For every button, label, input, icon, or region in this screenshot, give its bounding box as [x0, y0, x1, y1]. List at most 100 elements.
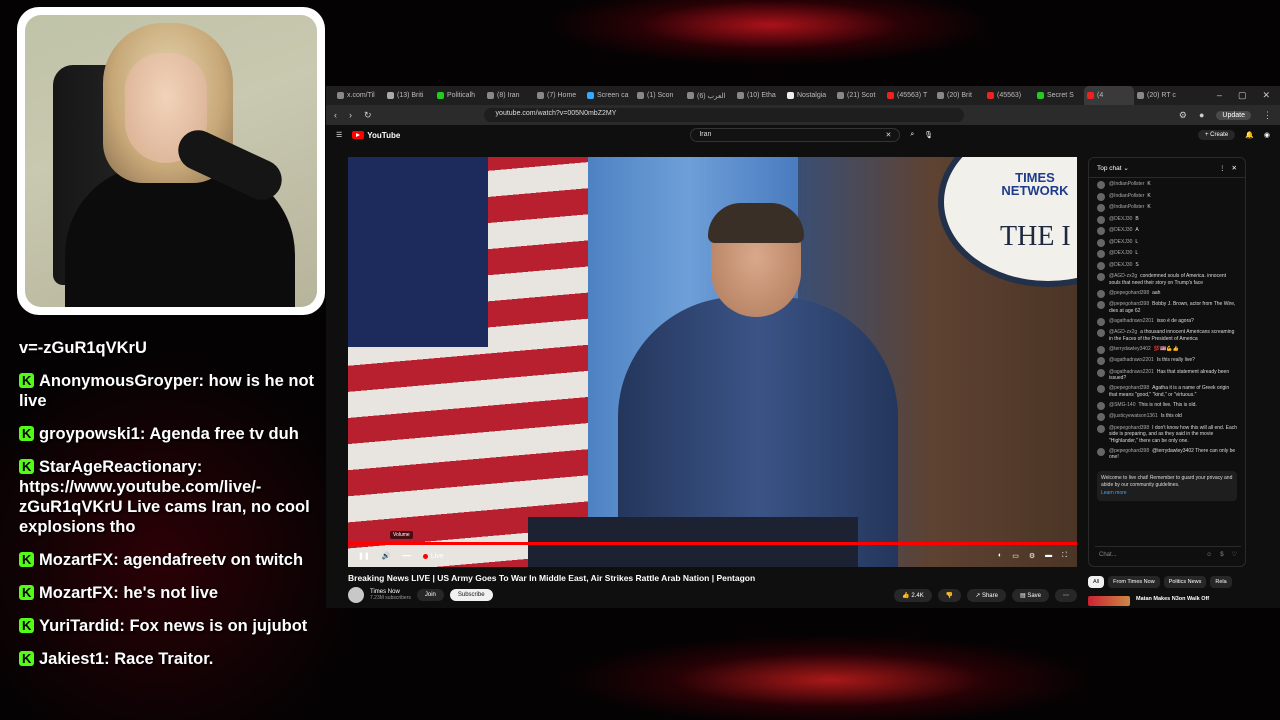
chat-author[interactable]: @AGD-zx2g — [1109, 329, 1137, 335]
chat-avatar[interactable] — [1097, 192, 1105, 201]
chat-avatar[interactable] — [1097, 413, 1105, 421]
account-avatar[interactable]: ◉ — [1264, 131, 1270, 139]
chat-author[interactable]: @DEXJ30 — [1109, 250, 1132, 256]
address-bar[interactable]: youtube.com/watch?v=005N0mbZ2MY — [483, 108, 964, 122]
close-chat-icon[interactable]: ✕ — [1232, 164, 1237, 172]
browser-tab[interactable]: Nostalgia — [784, 86, 834, 105]
chat-author[interactable]: @DEXJ30 — [1109, 262, 1132, 268]
extensions-icon[interactable]: ⚙ — [1179, 110, 1187, 121]
chat-author[interactable]: @DEXJ30 — [1109, 239, 1132, 245]
save-button[interactable]: ▤ Save — [1011, 588, 1049, 602]
back-icon[interactable]: ‹ — [334, 110, 337, 120]
create-button[interactable]: + Create — [1197, 130, 1236, 140]
chat-avatar[interactable] — [1097, 215, 1105, 224]
volume-icon[interactable]: 🔊 — [382, 552, 391, 560]
chat-author[interactable]: @justicyewatson1361 — [1109, 413, 1158, 419]
browser-tab[interactable]: (20) RT c — [1134, 86, 1184, 105]
chat-author[interactable]: @agathadraws2201 — [1109, 357, 1154, 363]
chat-avatar[interactable] — [1097, 261, 1105, 270]
autoplay-toggle[interactable]: ◐ — [998, 552, 1002, 560]
browser-tab[interactable]: (10) Etha — [734, 86, 784, 105]
pause-icon[interactable]: ❚❚ — [358, 552, 370, 560]
share-button[interactable]: ↗ Share — [967, 588, 1006, 602]
chat-author[interactable]: @DEXJ30 — [1109, 227, 1132, 233]
chat-avatar[interactable] — [1097, 424, 1105, 433]
chat-author[interactable]: @IndianPollster — [1109, 204, 1144, 210]
browser-tab[interactable]: (21) Scot — [834, 86, 884, 105]
forward-icon[interactable]: › — [349, 110, 352, 120]
browser-tab[interactable]: Screen ca — [584, 86, 634, 105]
super-chat-icon[interactable]: $ — [1220, 552, 1223, 558]
menu-icon[interactable]: ⋮ — [1263, 110, 1272, 121]
like-button[interactable]: 👍 2.4K — [894, 588, 932, 602]
chat-avatar[interactable] — [1097, 401, 1105, 410]
captions-icon[interactable]: ▭ — [1012, 552, 1019, 560]
theater-mode-icon[interactable]: ▬ — [1045, 552, 1052, 560]
close-icon[interactable]: ✕ — [1262, 90, 1270, 101]
chat-author[interactable]: @pepegohard398 — [1109, 448, 1149, 454]
chat-author[interactable]: @pepegohard398 — [1109, 290, 1149, 296]
browser-tab[interactable]: Secret S — [1034, 86, 1084, 105]
chat-author[interactable]: @SMG-140 — [1109, 402, 1135, 408]
filter-chip[interactable]: Politics News — [1163, 576, 1207, 588]
browser-tab[interactable]: Politicalh — [434, 86, 484, 105]
chat-author[interactable]: @agathadraws2201 — [1109, 369, 1154, 375]
browser-tab[interactable]: (6) العرب — [684, 86, 734, 105]
more-actions-icon[interactable]: ⋯ — [1055, 588, 1077, 602]
fullscreen-icon[interactable]: ⛶ — [1062, 552, 1067, 560]
chat-avatar[interactable] — [1097, 204, 1105, 212]
emoji-icon[interactable]: ☺ — [1206, 552, 1212, 558]
chat-author[interactable]: @AGD-zx2g — [1109, 273, 1137, 279]
browser-tab[interactable]: (45563) T — [884, 86, 934, 105]
chat-author[interactable]: @pepegohard398 — [1109, 385, 1149, 391]
maximize-icon[interactable]: ▢ — [1238, 90, 1247, 101]
live-indicator[interactable]: Live — [423, 553, 444, 560]
dislike-button[interactable]: 👎 — [937, 588, 962, 602]
minimize-icon[interactable]: – — [1217, 90, 1222, 101]
chat-author[interactable]: @pepegohard398 — [1109, 301, 1149, 307]
clear-search-icon[interactable]: ✕ — [885, 131, 891, 139]
chat-avatar[interactable] — [1097, 238, 1105, 247]
chat-avatar[interactable] — [1097, 385, 1105, 393]
search-input[interactable]: Iran ✕ — [690, 128, 901, 142]
learn-more-link[interactable]: Learn more — [1101, 490, 1233, 497]
chat-author[interactable]: @agathadraws2201 — [1109, 318, 1154, 324]
browser-tab[interactable]: (1) Scon — [634, 86, 684, 105]
filter-chip[interactable]: From Times Now — [1108, 576, 1160, 588]
browser-tab[interactable]: x.com/Til — [334, 86, 384, 105]
chat-avatar[interactable] — [1097, 345, 1105, 354]
browser-tab[interactable]: (45563) — [984, 86, 1034, 105]
channel-avatar[interactable] — [348, 587, 364, 603]
youtube-logo[interactable]: YouTube — [352, 131, 400, 140]
video-player[interactable]: THE I TIMES NETWORK Volume ❚❚ 🔊 ━━ Live … — [348, 157, 1077, 567]
volume-slider[interactable]: ━━ — [402, 552, 410, 560]
chat-author[interactable]: @pepegohard398 — [1109, 425, 1149, 431]
chat-avatar[interactable] — [1097, 289, 1105, 298]
browser-tab[interactable]: (8) Iran — [484, 86, 534, 105]
chat-avatar[interactable] — [1097, 250, 1105, 258]
update-button[interactable]: Update — [1216, 110, 1251, 120]
chat-avatar[interactable] — [1097, 329, 1105, 337]
browser-tab[interactable]: (4 — [1084, 86, 1134, 105]
hamburger-menu-icon[interactable]: ☰ — [336, 131, 342, 139]
chat-avatar[interactable] — [1097, 357, 1105, 365]
chat-author[interactable]: @IndianPollster — [1109, 193, 1144, 199]
top-chat-dropdown[interactable]: Top chat ⌄ — [1097, 164, 1129, 172]
heart-icon[interactable]: ♡ — [1232, 551, 1237, 558]
join-button[interactable]: Join — [416, 589, 444, 601]
chat-avatar[interactable] — [1097, 447, 1105, 456]
subscribe-button[interactable]: Subscribe — [449, 589, 493, 601]
settings-gear-icon[interactable]: ⚙ — [1029, 552, 1035, 560]
notifications-icon[interactable]: 🔔 — [1245, 131, 1254, 139]
chat-avatar[interactable] — [1097, 317, 1105, 326]
chat-avatar[interactable] — [1097, 227, 1105, 235]
chat-avatar[interactable] — [1097, 368, 1105, 377]
chat-avatar[interactable] — [1097, 181, 1105, 189]
filter-chip[interactable]: All — [1088, 576, 1105, 588]
filter-chip[interactable]: Rela — [1210, 576, 1232, 588]
related-title[interactable]: Matan Makes N3on Walk Off — [1136, 596, 1209, 606]
voice-search-icon[interactable]: 🎙 — [924, 131, 933, 139]
browser-tab[interactable]: (7) Home — [534, 86, 584, 105]
chat-author[interactable]: @terrydawley3402 — [1109, 346, 1151, 352]
reload-icon[interactable]: ↻ — [364, 110, 372, 121]
